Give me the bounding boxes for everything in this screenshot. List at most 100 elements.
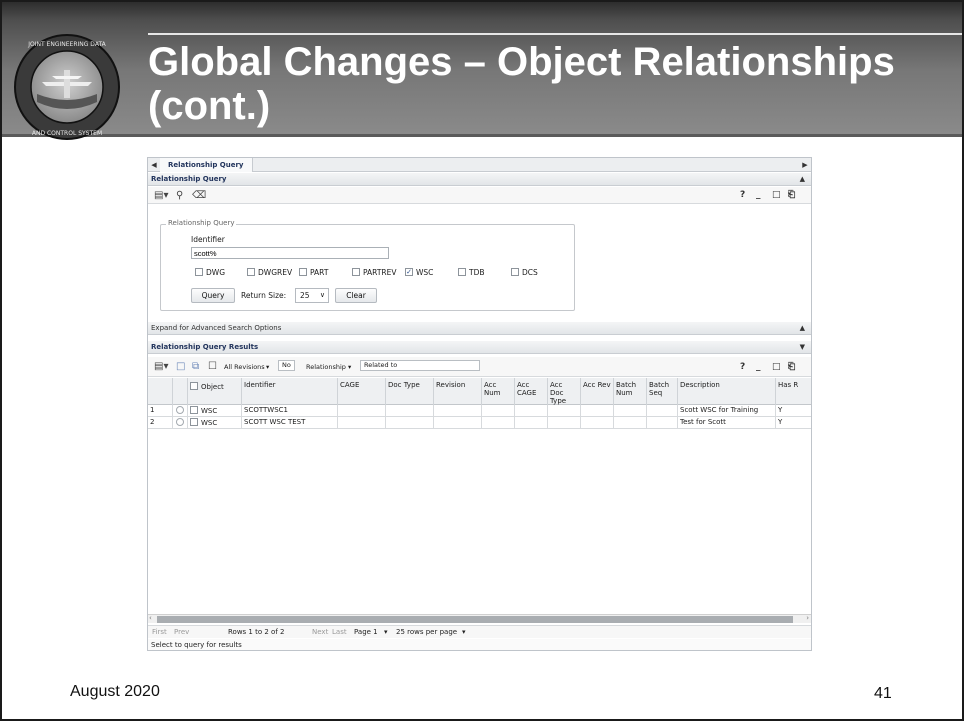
column-header-batch-seq[interactable]: Batch Seq — [647, 378, 678, 405]
row-radio[interactable] — [176, 406, 184, 414]
relationship-label[interactable]: Relationship — [306, 363, 346, 371]
dwgrev-checkbox[interactable] — [247, 268, 255, 276]
revisions-value-field[interactable]: No — [278, 360, 295, 371]
tab-scroll-right-icon[interactable]: ▶ — [800, 159, 810, 171]
row-identifier[interactable]: SCOTTWSC1 — [242, 405, 338, 417]
row-description: Test for Scott — [678, 417, 776, 429]
scrollbar-thumb[interactable] — [157, 616, 793, 623]
table-row[interactable]: 1 WSC SCOTTWSC1 Scott WSC for Training Y — [148, 405, 811, 417]
query-button[interactable]: Query — [191, 288, 235, 303]
table-row[interactable]: 2 WSC SCOTT WSC TEST Test for Scott Y — [148, 417, 811, 429]
row-object: WSC — [201, 407, 218, 415]
query-section-header[interactable]: Relationship Query ▲ — [148, 173, 811, 186]
status-bar: Select to query for results — [148, 639, 811, 650]
row-radio-cell[interactable] — [173, 417, 188, 429]
wsc-checkbox[interactable]: ✓ — [405, 268, 413, 276]
columns-menu-icon[interactable]: ▤▾ — [154, 360, 168, 373]
row-number-header — [148, 378, 173, 405]
row-radio[interactable] — [176, 418, 184, 426]
help-icon[interactable]: ? — [740, 189, 745, 202]
columns-menu-icon[interactable]: ▤▾ — [154, 189, 168, 202]
pager-page-select[interactable]: Page 1 — [354, 626, 378, 639]
fieldset-legend: Relationship Query — [166, 219, 237, 227]
new-document-icon[interactable]: □ — [176, 360, 185, 373]
slide-title-line1: Global Changes – Object Relationships — [148, 40, 895, 84]
horizontal-scrollbar[interactable]: ‹ › — [148, 614, 811, 623]
row-description: Scott WSC for Training — [678, 405, 776, 417]
column-header-identifier[interactable]: Identifier — [242, 378, 338, 405]
column-header-cage[interactable]: CAGE — [338, 378, 386, 405]
restore-icon[interactable]: ⎗ — [788, 361, 795, 374]
restore-icon[interactable]: ⎗ — [788, 189, 795, 202]
return-size-label: Return Size: — [241, 291, 287, 300]
clear-filter-icon[interactable]: ⌫ — [192, 189, 206, 202]
row-acc-doc-type — [548, 417, 581, 429]
relationship-value-field[interactable]: Related to — [360, 360, 480, 371]
column-header-acc-doc-type[interactable]: Acc Doc Type — [548, 378, 581, 405]
query-section-title: Relationship Query — [151, 175, 227, 183]
collapse-chevron-icon[interactable]: ▲ — [800, 173, 805, 186]
column-header-acc-cage[interactable]: Acc CAGE — [515, 378, 548, 405]
partrev-checkbox[interactable] — [352, 268, 360, 276]
pager-next[interactable]: Next — [312, 626, 328, 639]
column-header-batch-num[interactable]: Batch Num — [614, 378, 647, 405]
wsc-label: WSC — [416, 268, 434, 277]
row-revision — [434, 417, 482, 429]
row-object-cell: WSC — [188, 417, 242, 429]
row-checkbox[interactable] — [190, 418, 198, 426]
select-all-checkbox[interactable] — [190, 382, 198, 390]
row-checkbox[interactable] — [190, 406, 198, 414]
chevron-down-icon: ▾ — [348, 363, 352, 371]
column-header-has-r[interactable]: Has R — [776, 378, 811, 405]
row-radio-cell[interactable] — [173, 405, 188, 417]
row-batch-seq — [647, 405, 678, 417]
identifier-input[interactable] — [191, 247, 389, 259]
results-toolbar: ▤▾ □ ⧉ ☐ All Revisions ▾ No Relationship… — [148, 357, 811, 377]
row-acc-cage — [515, 405, 548, 417]
column-header-object[interactable]: Object — [188, 378, 242, 405]
dwg-checkbox[interactable] — [195, 268, 203, 276]
scroll-left-icon[interactable]: ‹ — [149, 614, 152, 622]
return-size-value: 25 — [300, 291, 310, 300]
collapse-chevron-icon[interactable]: ▼ — [800, 341, 805, 354]
row-cage — [338, 417, 386, 429]
tab-scroll-left-icon[interactable]: ◀ — [149, 159, 159, 171]
minimize-icon[interactable]: _ — [756, 361, 761, 374]
return-size-select[interactable]: 25 ∨ — [295, 288, 329, 303]
column-header-doc-type[interactable]: Doc Type — [386, 378, 434, 405]
expand-chevron-icon[interactable]: ▲ — [800, 322, 805, 335]
column-header-revision[interactable]: Revision — [434, 378, 482, 405]
pager-last[interactable]: Last — [332, 626, 347, 639]
column-header-acc-num[interactable]: Acc Num — [482, 378, 515, 405]
radio-header — [173, 378, 188, 405]
minimize-icon[interactable]: _ — [756, 189, 761, 202]
tab-bar: ◀ Relationship Query ▶ — [148, 158, 811, 172]
revisions-filter-label[interactable]: All Revisions — [224, 363, 265, 371]
relationship-query-fieldset: Relationship Query Identifier DWG DWGREV… — [160, 219, 575, 311]
row-batch-num — [614, 417, 647, 429]
row-acc-num — [482, 417, 515, 429]
search-icon[interactable]: ⚲ — [176, 189, 183, 202]
svg-text:AND CONTROL SYSTEM: AND CONTROL SYSTEM — [32, 130, 102, 137]
column-header-acc-rev[interactable]: Acc Rev — [581, 378, 614, 405]
tdb-checkbox[interactable] — [458, 268, 466, 276]
tab-relationship-query[interactable]: Relationship Query — [160, 158, 253, 172]
dcs-checkbox[interactable] — [511, 268, 519, 276]
help-icon[interactable]: ? — [740, 361, 745, 374]
pager-first[interactable]: First — [152, 626, 167, 639]
row-identifier[interactable]: SCOTT WSC TEST — [242, 417, 338, 429]
results-section-header[interactable]: Relationship Query Results ▼ — [148, 341, 811, 354]
column-header-description[interactable]: Description — [678, 378, 776, 405]
advanced-options-header[interactable]: Expand for Advanced Search Options ▲ — [148, 322, 811, 335]
part-checkbox[interactable] — [299, 268, 307, 276]
select-all-icon[interactable]: ☐ — [208, 360, 217, 373]
clear-button[interactable]: Clear — [335, 288, 377, 303]
row-object-cell: WSC — [188, 405, 242, 417]
pager-rows-per-page-select[interactable]: 25 rows per page — [396, 626, 457, 639]
row-number: 2 — [148, 417, 173, 429]
copy-icon[interactable]: ⧉ — [192, 360, 199, 373]
maximize-icon[interactable]: □ — [772, 189, 781, 202]
pager-prev[interactable]: Prev — [174, 626, 189, 639]
scroll-right-icon[interactable]: › — [806, 614, 809, 622]
maximize-icon[interactable]: □ — [772, 361, 781, 374]
